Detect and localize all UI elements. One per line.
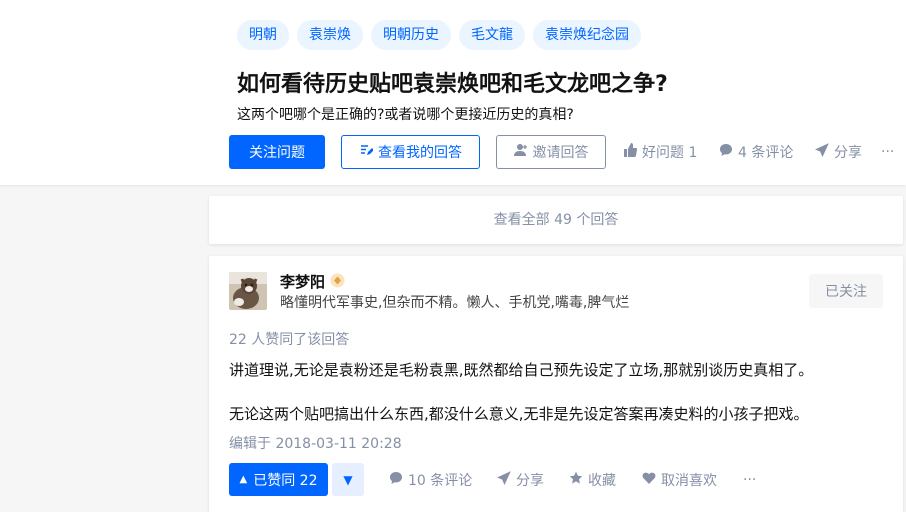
view-my-answer-label: 查看我的回答 xyxy=(378,145,462,161)
thumbs-up-icon xyxy=(623,143,642,161)
follow-question-label: 关注问题 xyxy=(249,145,305,161)
answer-comments-label: 10 条评论 xyxy=(408,472,473,489)
heart-icon xyxy=(642,471,661,489)
answer-paragraph: 讲道理说,无论是袁粉还是毛粉袁黑,既然都给自己预先设定了立场,那就别谈历史真相了… xyxy=(229,361,814,379)
topic-tag[interactable]: 毛文龍 xyxy=(459,20,525,50)
answer-card: 李梦阳 略懂明代军事史,但杂而不精。懒人、手机党,嘴毒,脾气烂 已关注 22 人… xyxy=(209,256,903,512)
share-icon xyxy=(814,143,834,161)
invite-answer-button[interactable]: 邀请回答 xyxy=(496,135,606,169)
topic-tag[interactable]: 袁崇焕 xyxy=(297,20,363,50)
question-header: 明朝 袁崇焕 明朝历史 毛文龍 袁崇焕纪念园 如何看待历史贴吧袁崇焕吧和毛文龙吧… xyxy=(0,0,906,185)
vote-up-button[interactable]: ▲ 已赞同 22 xyxy=(229,463,328,496)
avatar[interactable] xyxy=(229,272,267,310)
collect-button[interactable]: 收藏 xyxy=(569,463,616,496)
answer-paragraph: 无论这两个贴吧搞出什么东西,都没什么意义,无非是先设定答案再凑史料的小孩子把戏。 xyxy=(229,405,809,423)
good-question-button[interactable]: 好问题 1 xyxy=(623,135,697,169)
view-my-answer-button[interactable]: 查看我的回答 xyxy=(341,135,480,169)
edit-icon xyxy=(359,143,378,161)
arrow-up-icon: ▲ xyxy=(239,474,248,485)
topic-tag[interactable]: 明朝历史 xyxy=(371,20,451,50)
unlike-label: 取消喜欢 xyxy=(661,472,717,489)
topic-tag[interactable]: 袁崇焕纪念园 xyxy=(533,20,641,50)
invite-user-icon xyxy=(513,143,533,161)
question-title: 如何看待历史贴吧袁崇焕吧和毛文龙吧之争? xyxy=(237,72,668,97)
topic-list: 明朝 袁崇焕 明朝历史 毛文龍 袁崇焕纪念园 xyxy=(237,20,641,50)
more-label: ··· xyxy=(881,144,895,160)
question-share-button[interactable]: 分享 xyxy=(814,135,862,169)
comment-icon xyxy=(389,471,408,489)
vote-up-label: 已赞同 22 xyxy=(253,472,318,489)
votes-summary: 22 人赞同了该回答 xyxy=(229,332,350,348)
author-bio: 略懂明代军事史,但杂而不精。懒人、手机党,嘴毒,脾气烂 xyxy=(280,295,630,311)
good-question-label: 好问题 1 xyxy=(642,145,698,161)
answer-share-label: 分享 xyxy=(516,472,544,489)
answer-share-button[interactable]: 分享 xyxy=(496,463,544,496)
question-comments-label: 4 条评论 xyxy=(738,145,794,161)
view-all-answers-button[interactable]: 查看全部 49 个回答 xyxy=(209,196,903,244)
vote-down-button[interactable]: ▼ xyxy=(332,463,364,496)
answer-comments-button[interactable]: 10 条评论 xyxy=(389,463,472,496)
topic-tag[interactable]: 明朝 xyxy=(237,20,289,50)
unlike-button[interactable]: 取消喜欢 xyxy=(642,463,717,496)
author-name[interactable]: 李梦阳 xyxy=(280,271,325,292)
invite-answer-label: 邀请回答 xyxy=(532,145,589,161)
more-options-button[interactable]: ··· xyxy=(881,135,894,169)
arrow-down-icon: ▼ xyxy=(343,472,353,487)
share-icon xyxy=(496,470,516,489)
followed-button[interactable]: 已关注 xyxy=(809,274,883,308)
answer-more-label: ··· xyxy=(743,471,757,488)
star-icon xyxy=(569,471,588,489)
comment-icon xyxy=(719,143,738,161)
question-detail: 这两个吧哪个是正确的?或者说哪个更接近历史的真相? xyxy=(237,107,574,123)
edited-timestamp[interactable]: 编辑于 2018-03-11 20:28 xyxy=(229,433,402,453)
follow-question-button[interactable]: 关注问题 xyxy=(229,135,325,169)
question-comments-button[interactable]: 4 条评论 xyxy=(719,135,793,169)
badge-icon xyxy=(330,273,345,292)
question-share-label: 分享 xyxy=(834,145,862,161)
collect-label: 收藏 xyxy=(588,472,616,489)
question-actions: 关注问题 查看我的回答 邀请回答 好问题 1 4 条评论 分享 ··· xyxy=(229,135,906,169)
answer-more-button[interactable]: ··· xyxy=(743,463,756,496)
